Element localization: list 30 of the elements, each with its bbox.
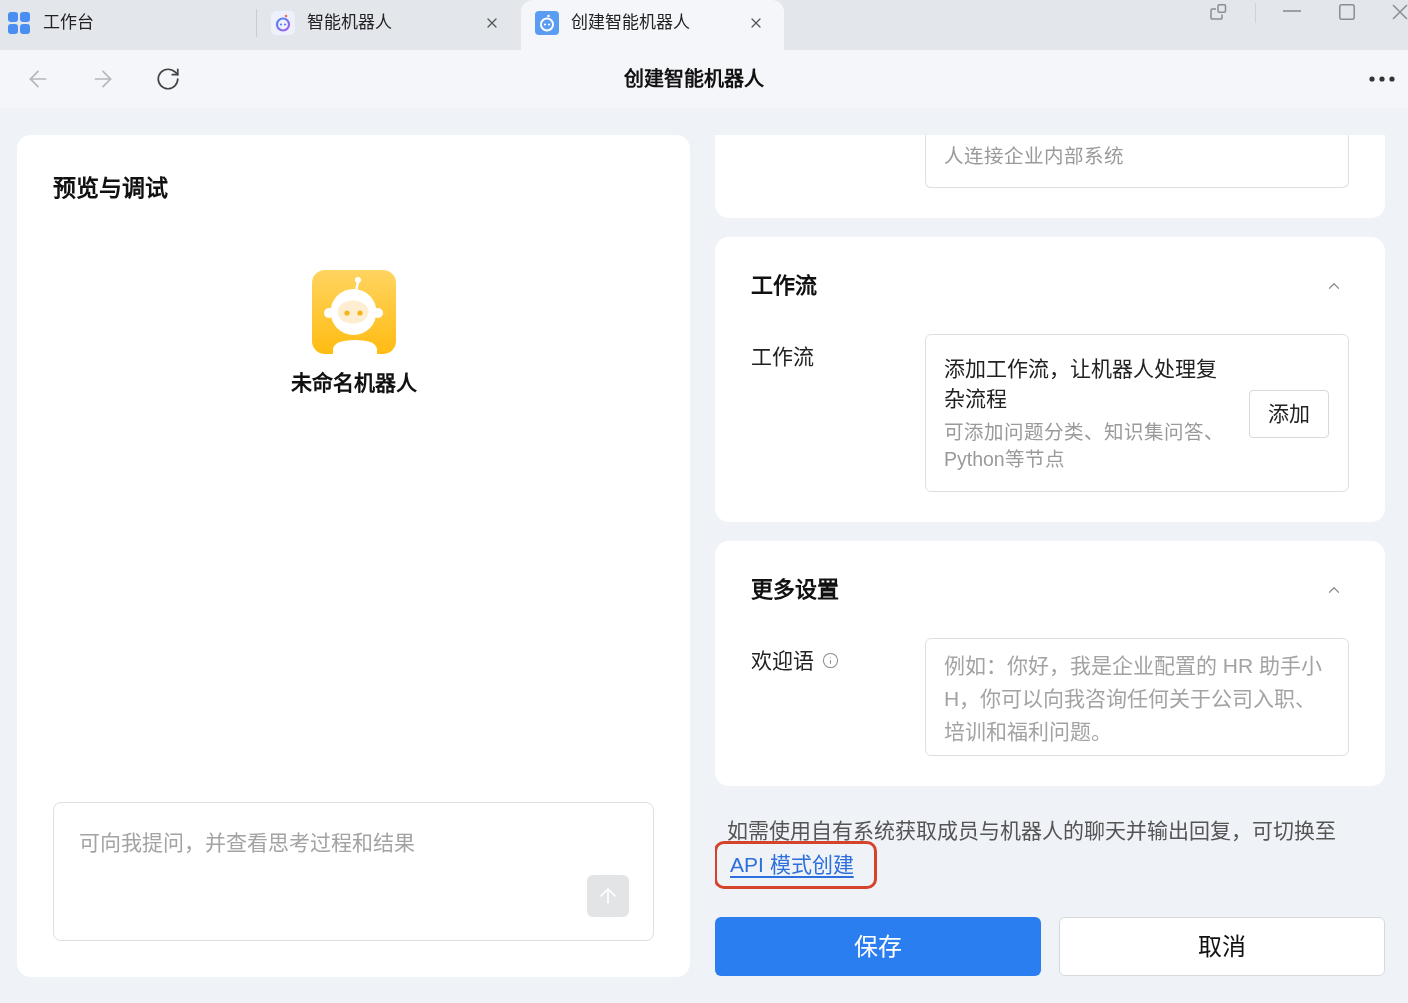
api-mode-link[interactable]: API 模式创建 (730, 853, 854, 876)
refresh-icon[interactable] (155, 66, 181, 92)
field-label: 工作流 (751, 344, 814, 370)
more-icon[interactable] (1369, 76, 1395, 82)
welcome-message-field[interactable]: 例如：你好，我是企业配置的 HR 助手小H，你可以向我咨询任何关于公司入职、培训和福利问题。 (925, 638, 1349, 756)
preview-title: 预览与调试 (53, 174, 168, 203)
browser-tab[interactable]: 工作台 (0, 0, 256, 50)
browser-tab[interactable]: 智能机器人 (257, 0, 520, 50)
close-window-icon[interactable] (1392, 4, 1408, 20)
plugin-description: 人连接企业内部系统 (944, 145, 1124, 167)
add-button[interactable]: 添加 (1249, 389, 1329, 438)
grid-icon (8, 12, 30, 34)
workflow-headline: 添加工作流，让机器人处理复杂流程 (944, 356, 1218, 412)
chat-input[interactable]: 可向我提问，并查看思考过程和结果 (53, 802, 654, 941)
info-icon[interactable] (822, 652, 839, 669)
page-title: 创建智能机器人 (624, 67, 764, 92)
section-title: 更多设置 (751, 577, 839, 603)
restore-window-icon[interactable] (1210, 4, 1229, 20)
browser-tab[interactable]: 创建智能机器人 (521, 0, 784, 50)
maximize-icon[interactable] (1339, 4, 1355, 20)
section-title: 工作流 (751, 273, 817, 299)
robot-icon (271, 11, 295, 35)
save-button[interactable]: 保存 (715, 917, 1041, 976)
field-label: 欢迎语 (751, 648, 814, 674)
workflow-description: 可添加问题分类、知识集问答、Python等节点 (944, 420, 1225, 472)
robot-icon (535, 11, 559, 35)
bot-name: 未命名机器人 (290, 370, 417, 396)
cancel-button[interactable]: 取消 (1059, 917, 1385, 976)
robot-avatar-icon (311, 270, 396, 354)
api-mode-note: 如需使用自有系统获取成员与机器人的聊天并输出回复，可切换至 API 模式创建 (715, 814, 1385, 882)
